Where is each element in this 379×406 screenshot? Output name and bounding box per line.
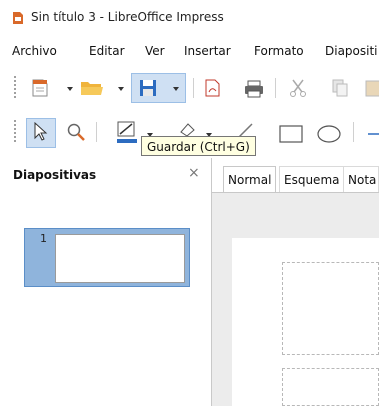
tab-notes[interactable]: Nota <box>343 166 379 192</box>
menu-diapositiva[interactable]: Diapositi <box>325 44 378 58</box>
new-document-icon[interactable] <box>30 78 50 98</box>
toolbar-separator <box>193 78 194 98</box>
print-icon[interactable] <box>243 80 265 98</box>
menu-ver[interactable]: Ver <box>145 44 165 58</box>
tab-normal[interactable]: Normal <box>223 166 277 192</box>
window-title: Sin título 3 - LibreOffice Impress <box>31 10 224 24</box>
standard-toolbar <box>0 64 379 108</box>
slides-pane-title: Diapositivas <box>13 168 97 182</box>
ellipse-tool-icon[interactable] <box>316 124 342 144</box>
tab-outline[interactable]: Esquema <box>279 166 345 192</box>
title-placeholder[interactable] <box>282 262 379 355</box>
slide-thumbnail[interactable] <box>55 234 185 283</box>
export-pdf-icon[interactable] <box>203 78 223 98</box>
toolbar-separator <box>96 122 97 142</box>
fill-color-icon[interactable] <box>176 120 198 136</box>
save-dropdown-icon[interactable] <box>173 87 179 91</box>
open-dropdown-icon[interactable] <box>118 87 124 91</box>
menu-insertar[interactable]: Insertar <box>184 44 231 58</box>
content-placeholder[interactable] <box>282 368 379 406</box>
slide-number: 1 <box>40 232 47 245</box>
cut-icon[interactable] <box>288 78 308 98</box>
toolbar-grip[interactable] <box>14 120 18 142</box>
open-folder-icon[interactable] <box>80 79 104 97</box>
paste-icon[interactable] <box>364 78 379 98</box>
select-pointer-icon[interactable] <box>33 122 49 142</box>
close-icon[interactable]: × <box>188 165 200 181</box>
toolbar-grip[interactable] <box>14 76 18 98</box>
save-tooltip: Guardar (Ctrl+G) <box>141 136 256 156</box>
menu-editar[interactable]: Editar <box>89 44 125 58</box>
impress-app-icon <box>13 12 23 24</box>
save-icon[interactable] <box>138 78 158 98</box>
line-color-icon[interactable] <box>116 120 138 144</box>
rectangle-tool-icon[interactable] <box>278 124 304 144</box>
toolbar-separator <box>275 78 276 98</box>
zoom-icon[interactable] <box>66 122 86 142</box>
toolbar-separator <box>353 122 354 142</box>
lines-arrows-icon[interactable] <box>366 124 379 144</box>
menu-formato[interactable]: Formato <box>254 44 304 58</box>
copy-icon[interactable] <box>330 78 350 98</box>
new-dropdown-icon[interactable] <box>67 87 73 91</box>
menu-archivo[interactable]: Archivo <box>12 44 57 58</box>
